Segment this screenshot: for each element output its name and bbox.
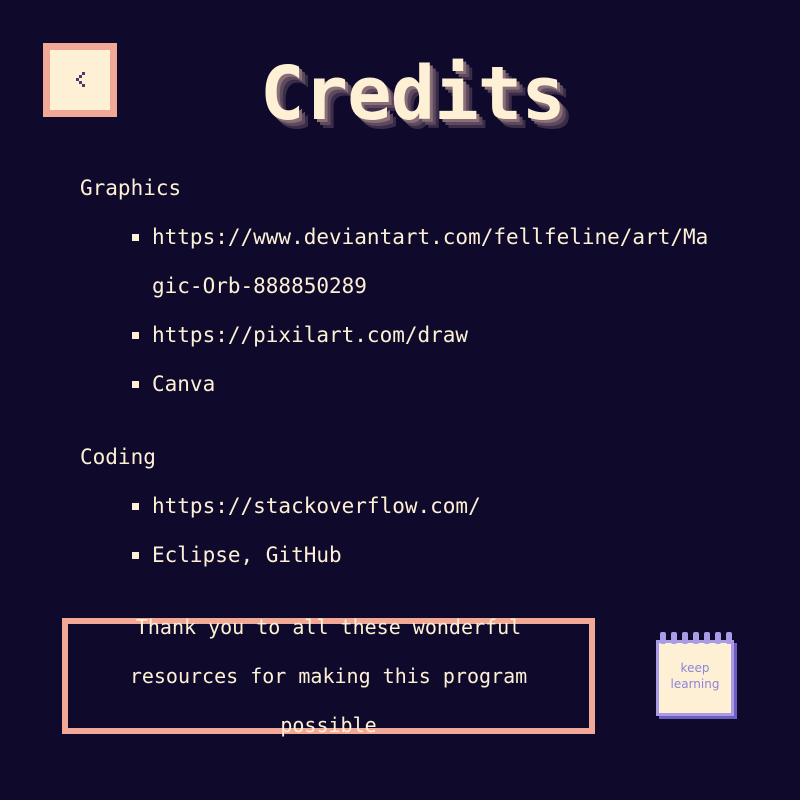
list-item: https://www.deviantart.com/fellfeline/ar…: [130, 213, 712, 311]
list-item: Canva: [130, 360, 712, 409]
page-title: Credits: [260, 51, 566, 137]
section-heading-coding: Coding: [80, 445, 156, 469]
back-button[interactable]: [43, 43, 117, 117]
credit-link-stackoverflow[interactable]: https://stackoverflow.com/: [152, 482, 712, 531]
credit-text-eclipse-github: Eclipse, GitHub: [152, 543, 342, 567]
chevron-left-icon: [72, 70, 88, 90]
notepad-line-2: learning: [670, 677, 720, 691]
notepad-text: keep learning: [656, 660, 734, 692]
thanks-box: Thank you to all these wonderful resourc…: [62, 615, 595, 737]
section-heading-graphics: Graphics: [80, 176, 182, 200]
coding-credit-list: https://stackoverflow.com/ Eclipse, GitH…: [130, 482, 712, 580]
notepad-icon: keep learning: [656, 632, 736, 718]
graphics-credit-list: https://www.deviantart.com/fellfeline/ar…: [130, 213, 712, 409]
credit-text-canva: Canva: [152, 372, 216, 396]
thanks-message: Thank you to all these wonderful resourc…: [129, 614, 528, 737]
credit-link-deviantart[interactable]: https://www.deviantart.com/fellfeline/ar…: [152, 213, 712, 311]
notepad-rings: [660, 632, 732, 644]
notepad-line-1: keep: [680, 661, 710, 675]
credit-link-pixilart[interactable]: https://pixilart.com/draw: [152, 311, 712, 360]
list-item: Eclipse, GitHub: [130, 531, 712, 580]
list-item: https://stackoverflow.com/: [130, 482, 712, 531]
list-item: https://pixilart.com/draw: [130, 311, 712, 360]
